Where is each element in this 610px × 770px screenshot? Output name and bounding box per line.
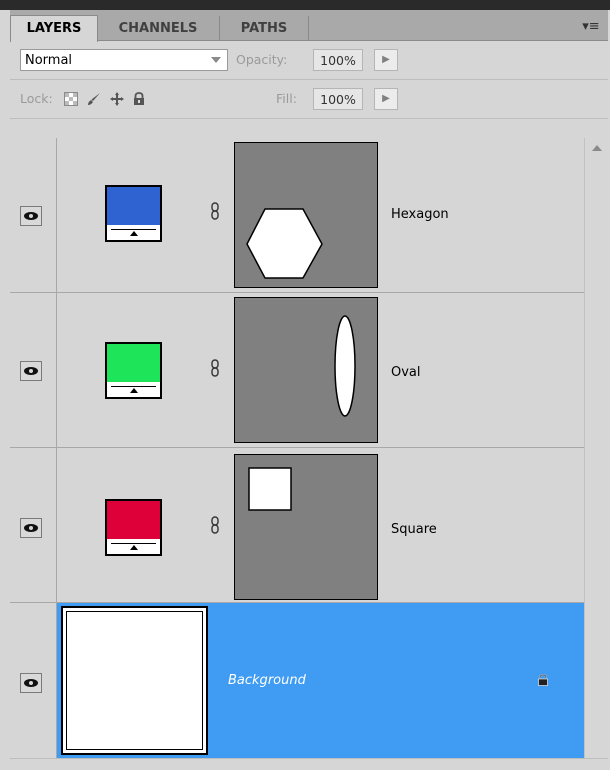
blend-mode-value: Normal <box>25 53 73 68</box>
layer-row-square[interactable]: Square <box>10 448 584 603</box>
fill-color <box>107 501 160 539</box>
tab-layers[interactable]: LAYERS <box>10 15 98 42</box>
opacity-slider-button[interactable]: ▶ <box>374 49 398 71</box>
layer-name[interactable]: Oval <box>391 365 421 380</box>
layer-row-background[interactable]: Background <box>10 603 584 758</box>
fill-label: Fill: <box>276 91 297 106</box>
panel-title-bar <box>0 0 610 10</box>
visibility-toggle[interactable] <box>20 518 42 538</box>
visibility-cell <box>10 138 57 292</box>
mask-link-icon[interactable] <box>210 202 220 220</box>
fill-slider-button[interactable]: ▶ <box>374 88 398 110</box>
adjust-triangle-icon <box>130 545 138 550</box>
panel-bottom-bar <box>10 758 608 770</box>
layer-thumbnail[interactable] <box>61 606 208 755</box>
layer-name[interactable]: Square <box>391 522 437 537</box>
lock-label: Lock: <box>20 91 53 106</box>
vector-mask-thumbnail[interactable] <box>234 297 378 443</box>
tab-strip: LAYERS CHANNELS PATHS ▾≡ <box>10 10 608 42</box>
mask-link-icon[interactable] <box>210 359 220 377</box>
eye-icon <box>24 679 38 687</box>
visibility-toggle[interactable] <box>20 361 42 381</box>
eye-icon <box>24 212 38 220</box>
lock-position-icon[interactable] <box>110 92 124 106</box>
opacity-input[interactable]: 100% <box>313 49 363 71</box>
thumbnail-border <box>66 611 203 750</box>
swatch-divider <box>111 386 156 387</box>
visibility-cell <box>10 603 57 758</box>
swatch-divider <box>111 543 156 544</box>
visibility-toggle[interactable] <box>20 673 42 693</box>
vector-mask-thumbnail[interactable] <box>234 142 378 288</box>
square-shape <box>248 467 292 511</box>
lock-transparent-pixels-icon[interactable] <box>64 92 78 106</box>
fill-layer-thumbnail[interactable] <box>105 185 162 242</box>
visibility-cell <box>10 448 57 602</box>
chevron-down-icon <box>211 57 221 63</box>
tab-paths[interactable]: PATHS <box>220 16 309 41</box>
ellipse-shape <box>334 315 356 417</box>
lock-row: Lock: Fill: 100% ▶ <box>10 80 608 119</box>
fill-color <box>107 187 160 225</box>
blend-mode-dropdown[interactable]: Normal <box>20 49 228 71</box>
opacity-label: Opacity: <box>236 52 288 67</box>
fill-input[interactable]: 100% <box>313 88 363 110</box>
layers-panel: LAYERS CHANNELS PATHS ▾≡ Normal Opacity:… <box>0 0 610 770</box>
adjust-triangle-icon <box>130 388 138 393</box>
fill-color <box>107 344 160 382</box>
lock-image-pixels-icon[interactable] <box>87 92 101 106</box>
fill-layer-thumbnail[interactable] <box>105 499 162 556</box>
layer-name[interactable]: Background <box>228 673 306 688</box>
mask-link-icon[interactable] <box>210 516 220 534</box>
fill-layer-thumbnail[interactable] <box>105 342 162 399</box>
layer-row-hexagon[interactable]: Hexagon <box>10 138 584 293</box>
hexagon-shape <box>246 208 323 279</box>
layer-name[interactable]: Hexagon <box>391 207 449 222</box>
visibility-cell <box>10 293 57 447</box>
adjust-triangle-icon <box>130 231 138 236</box>
layer-list: Hexagon Oval Square Background <box>10 138 584 758</box>
vector-mask-thumbnail[interactable] <box>234 454 378 600</box>
tab-channels[interactable]: CHANNELS <box>97 16 220 41</box>
lock-all-icon[interactable] <box>132 92 146 106</box>
visibility-toggle[interactable] <box>20 206 42 226</box>
panel-menu-icon[interactable]: ▾≡ <box>582 18 600 36</box>
blend-row: Normal Opacity: 100% ▶ <box>10 41 608 80</box>
lock-icon <box>538 674 548 686</box>
scroll-up-arrow-icon[interactable] <box>592 145 602 151</box>
eye-icon <box>24 524 38 532</box>
layer-list-scrollbar[interactable] <box>584 138 609 758</box>
swatch-divider <box>111 229 156 230</box>
eye-icon <box>24 367 38 375</box>
layer-row-oval[interactable]: Oval <box>10 293 584 448</box>
